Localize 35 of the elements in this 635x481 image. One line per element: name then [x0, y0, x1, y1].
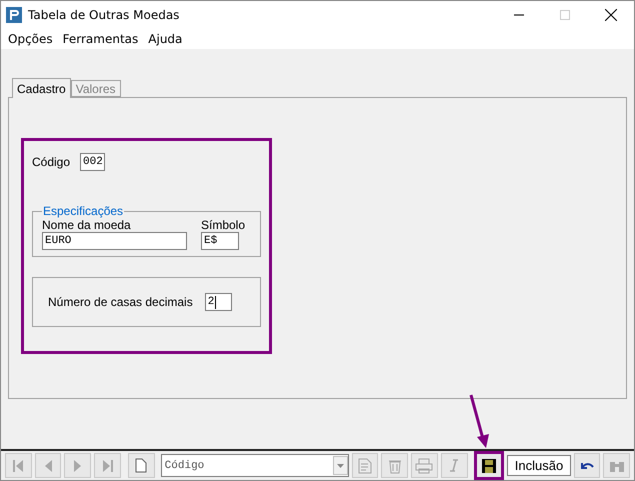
search-combo[interactable]: Código — [160, 454, 349, 477]
input-field[interactable]: 002 — [80, 153, 106, 171]
menu-item[interactable]: Ferramentas — [58, 32, 144, 46]
document-icon — [135, 458, 148, 473]
input-field[interactable]: E$ — [201, 232, 239, 250]
trash-icon — [386, 458, 403, 474]
field-label: Número de casas decimais — [48, 295, 193, 309]
group-title: Especificações — [42, 204, 124, 218]
undo-button[interactable] — [574, 453, 600, 478]
caret-icon — [336, 464, 344, 468]
undo-icon — [580, 460, 594, 470]
maximize-icon — [560, 10, 570, 20]
dropdown-button[interactable] — [332, 456, 348, 475]
field-label: Nome da moeda — [42, 218, 132, 232]
app-logo-icon — [6, 7, 22, 23]
first-record-icon — [13, 460, 24, 472]
new-record-button[interactable] — [128, 453, 155, 478]
input-field[interactable]: EURO — [42, 232, 187, 250]
field-label: Símbolo — [201, 218, 246, 232]
menu-item[interactable]: Ajuda — [143, 32, 188, 46]
menu-item[interactable]: Opções — [3, 32, 58, 46]
save-button[interactable] — [474, 451, 504, 480]
window-title: Tabela de Outras Moedas — [28, 8, 180, 22]
next-icon — [74, 460, 82, 472]
input-field[interactable]: 2 — [204, 293, 232, 311]
status-field: Inclusão — [507, 455, 571, 476]
last-record-icon — [102, 460, 113, 472]
italic-icon — [450, 459, 458, 472]
document-edit-icon — [356, 458, 373, 474]
printer-icon — [415, 458, 434, 474]
field-label: Código — [32, 155, 70, 169]
tab[interactable]: Cadastro — [12, 78, 71, 98]
annotation-arrow — [467, 393, 491, 449]
close-icon — [605, 9, 617, 21]
previous-icon — [44, 460, 52, 472]
